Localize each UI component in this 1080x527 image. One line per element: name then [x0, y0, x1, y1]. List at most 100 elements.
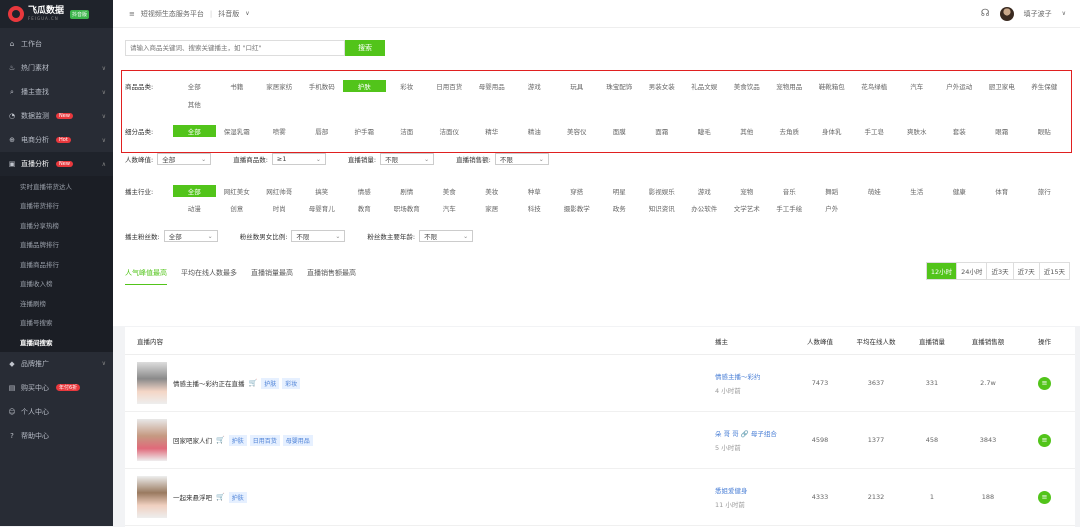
filter-option[interactable]: 面膜	[598, 126, 641, 136]
logo[interactable]: 飞瓜数据 FEIGUA.CN 抖音版	[0, 0, 113, 28]
filter-option[interactable]: 知识资讯	[641, 203, 684, 213]
filter-option[interactable]: 搞笑	[301, 186, 344, 196]
table-row[interactable]: 一起来悬浮吧 🛒 护肤 悉姐爱健身11 小时前 4333 2132 1 188 …	[125, 469, 1075, 526]
filter-option[interactable]: 穿搭	[556, 186, 599, 196]
filter-option[interactable]: 萌娃	[853, 186, 896, 196]
filter-option[interactable]: 喷雾	[258, 126, 301, 136]
filter-option[interactable]: 手工手绘	[768, 203, 811, 213]
filter-option[interactable]: 网红帅哥	[258, 186, 301, 196]
filter-option[interactable]: 明星	[598, 186, 641, 196]
filter-option[interactable]: 游戏	[513, 81, 556, 91]
user-name[interactable]: 填子波子	[1024, 9, 1052, 19]
filter-option[interactable]: 教育	[343, 203, 386, 213]
filter-option[interactable]: 创意	[216, 203, 259, 213]
filter-option[interactable]: 眼霜	[981, 126, 1024, 136]
version-switch[interactable]: 抖音版	[218, 9, 239, 19]
filter-option[interactable]: 游戏	[683, 186, 726, 196]
time-7d[interactable]: 近7天	[1013, 263, 1039, 279]
live-title[interactable]: 回家吧家人们	[173, 435, 212, 445]
fans-select[interactable]: 全部	[164, 230, 218, 242]
filter-option[interactable]: 美妆	[471, 186, 514, 196]
filter-option[interactable]: 护手霜	[343, 126, 386, 136]
filter-option[interactable]: 职场教育	[386, 203, 429, 213]
search-input[interactable]	[125, 40, 345, 56]
filter-option[interactable]: 套装	[938, 126, 981, 136]
filter-option[interactable]: 美食	[428, 186, 471, 196]
sidebar-item-monitor[interactable]: ◔数据监测New∨	[0, 104, 113, 128]
revenue-select[interactable]: 不限	[495, 153, 549, 165]
detail-icon[interactable]: ≡	[1038, 434, 1051, 447]
submenu-item[interactable]: 实时直播带货达人	[0, 176, 113, 196]
live-title[interactable]: 一起来悬浮吧	[173, 492, 212, 502]
submenu-item[interactable]: 直播号搜索	[0, 313, 113, 333]
sidebar-item-hot-material[interactable]: ♨热门素材∨	[0, 56, 113, 80]
filter-option[interactable]: 情感	[343, 186, 386, 196]
filter-option[interactable]: 礼品文娱	[683, 81, 726, 91]
sidebar-item-workbench[interactable]: ⌂工作台	[0, 32, 113, 56]
filter-option[interactable]: 旅行	[1023, 186, 1066, 196]
tab-sales[interactable]: 直播销量最高	[251, 268, 293, 285]
filter-option[interactable]: 摄影教学	[556, 203, 599, 213]
submenu-item[interactable]: 直播分享热榜	[0, 215, 113, 235]
sidebar-item-brand[interactable]: ◆品牌推广∨	[0, 352, 113, 376]
chevron-down-icon[interactable]: ∨	[1062, 10, 1066, 17]
detail-icon[interactable]: ≡	[1038, 377, 1051, 390]
filter-option[interactable]: 母婴育儿	[301, 203, 344, 213]
filter-option[interactable]: 办公软件	[683, 203, 726, 213]
filter-option[interactable]: 全部	[173, 125, 216, 137]
avatar[interactable]	[1000, 7, 1014, 21]
filter-option[interactable]: 家居家纺	[258, 81, 301, 91]
filter-option[interactable]: 精油	[513, 126, 556, 136]
time-12h[interactable]: 12小时	[927, 263, 956, 279]
filter-option[interactable]: 手机数码	[301, 81, 344, 91]
filter-option[interactable]: 美食饮品	[726, 81, 769, 91]
time-24h[interactable]: 24小时	[956, 263, 986, 279]
live-thumbnail[interactable]	[137, 362, 167, 404]
filter-option[interactable]: 唇部	[301, 126, 344, 136]
filter-option[interactable]: 护肤	[343, 80, 386, 92]
submenu-item[interactable]: 直播品牌排行	[0, 235, 113, 255]
filter-option[interactable]: 家居	[471, 203, 514, 213]
filter-option[interactable]: 去角质	[768, 126, 811, 136]
filter-option[interactable]: 玩具	[556, 81, 599, 91]
filter-option[interactable]: 汽车	[428, 203, 471, 213]
filter-option[interactable]: 户外运动	[938, 81, 981, 91]
time-3d[interactable]: 近3天	[986, 263, 1012, 279]
filter-option[interactable]: 美容仪	[556, 126, 599, 136]
filter-option[interactable]: 动漫	[173, 203, 216, 213]
filter-option[interactable]: 厨卫家电	[981, 81, 1024, 91]
submenu-item[interactable]: 直播收入榜	[0, 274, 113, 294]
sales-select[interactable]: 不限	[380, 153, 434, 165]
sidebar-item-live-analysis[interactable]: ▣直播分析New∧	[0, 152, 113, 176]
gender-ratio-select[interactable]: 不限	[291, 230, 345, 242]
table-row[interactable]: 情感主播～彩约正在直播 🛒 护肤 彩妆 情感主播～彩约4 小时前 7473 36…	[125, 355, 1075, 412]
filter-option[interactable]: 面霜	[641, 126, 684, 136]
anchor-link[interactable]: 悉姐爱健身	[715, 485, 795, 495]
filter-option[interactable]: 种草	[513, 186, 556, 196]
filter-option[interactable]: 眼贴	[1023, 126, 1066, 136]
filter-option[interactable]: 身体乳	[811, 126, 854, 136]
chevron-down-icon[interactable]: ∨	[245, 10, 249, 17]
filter-option[interactable]: 养生保健	[1023, 81, 1066, 91]
filter-option[interactable]: 花鸟绿植	[853, 81, 896, 91]
filter-option[interactable]: 日用百货	[428, 81, 471, 91]
submenu-item[interactable]: 直播带货排行	[0, 196, 113, 216]
live-title[interactable]: 情感主播～彩约正在直播	[173, 378, 245, 388]
filter-option[interactable]: 剧情	[386, 186, 429, 196]
submenu-item[interactable]: 连播刷榜	[0, 293, 113, 313]
peak-select[interactable]: 全部	[157, 153, 211, 165]
filter-option[interactable]: 影视娱乐	[641, 186, 684, 196]
time-15d[interactable]: 近15天	[1039, 263, 1069, 279]
tab-peak[interactable]: 人气峰值最高	[125, 268, 167, 285]
headset-icon[interactable]: ☊	[981, 8, 990, 19]
filter-option[interactable]: 洁面	[386, 126, 429, 136]
filter-option[interactable]: 精华	[471, 126, 514, 136]
submenu-item[interactable]: 直播商品排行	[0, 254, 113, 274]
filter-option[interactable]: 睫毛	[683, 126, 726, 136]
anchor-link[interactable]: 朵 哥 哥 🔗 母子组合	[715, 428, 795, 438]
filter-option[interactable]: 母婴用品	[471, 81, 514, 91]
filter-option[interactable]: 男装女装	[641, 81, 684, 91]
sidebar-item-help[interactable]: ?帮助中心	[0, 424, 113, 448]
live-thumbnail[interactable]	[137, 419, 167, 461]
search-button[interactable]: 搜索	[345, 40, 385, 56]
